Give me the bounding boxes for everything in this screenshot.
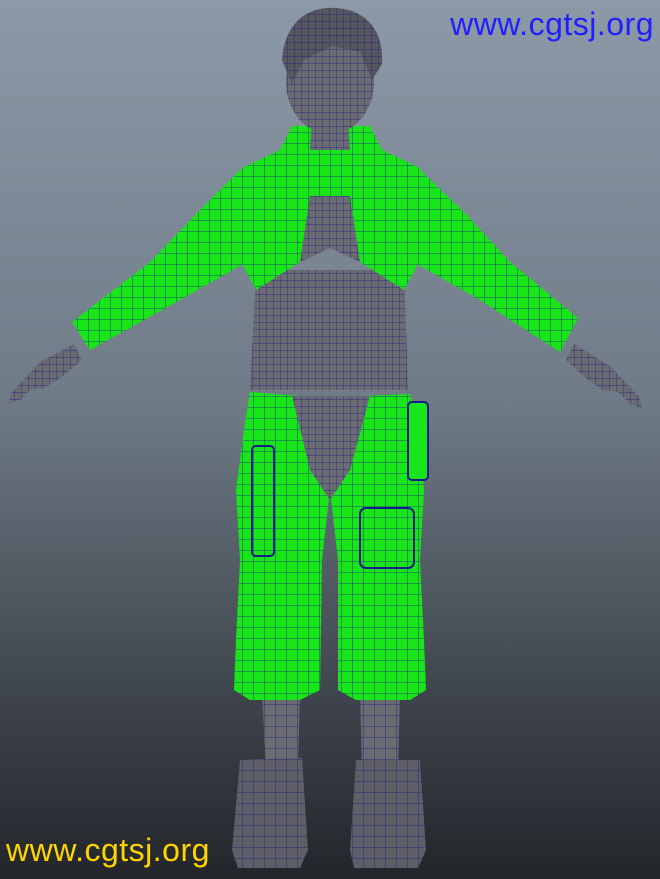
boots — [232, 758, 426, 868]
lower-legs — [262, 690, 400, 770]
character-model[interactable] — [0, 0, 660, 879]
watermark-top: www.cgtsj.org — [450, 6, 654, 42]
head — [282, 7, 383, 134]
jacket — [230, 126, 432, 290]
watermark-bottom: www.cgtsj.org — [6, 832, 210, 868]
torso — [250, 270, 408, 390]
pants — [234, 392, 429, 700]
3d-viewport[interactable]: www.cgtsj.org www.cgtsj.org — [0, 0, 660, 879]
